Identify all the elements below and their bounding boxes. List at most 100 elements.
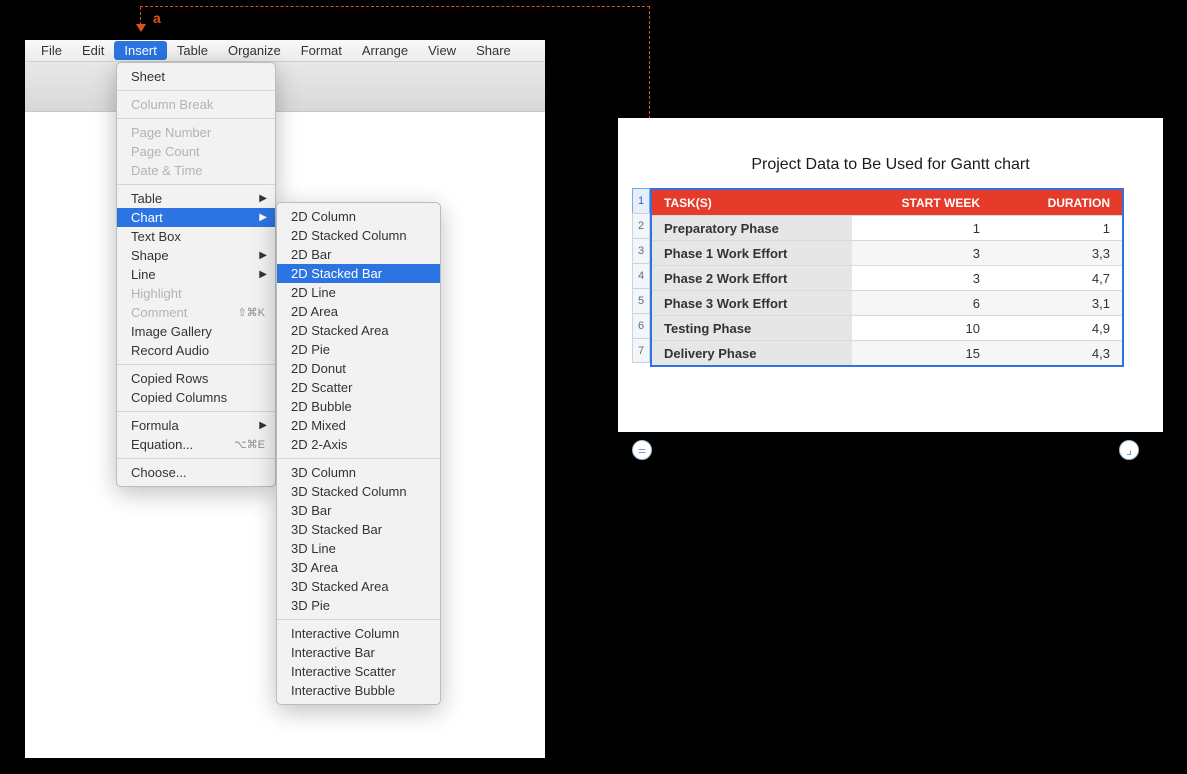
menubar-item-edit[interactable]: Edit — [72, 41, 114, 60]
chart-submenu-item-interactive-column[interactable]: Interactive Column — [277, 624, 440, 643]
table-row[interactable]: Phase 1 Work Effort33,3 — [652, 240, 1122, 265]
chart-submenu-item-3d-line[interactable]: 3D Line — [277, 539, 440, 558]
submenu-arrow-icon: ▶ — [259, 193, 267, 204]
insert-menu-item-table[interactable]: Table▶ — [117, 189, 275, 208]
chart-submenu-item-interactive-bubble[interactable]: Interactive Bubble — [277, 681, 440, 700]
table-cell[interactable]: 3,1 — [992, 290, 1122, 315]
table-header-cell[interactable]: START WEEK — [852, 190, 992, 215]
row-number[interactable]: 3 — [632, 238, 650, 263]
chart-submenu-item-2d-bar[interactable]: 2D Bar — [277, 245, 440, 264]
chart-submenu-item-interactive-scatter[interactable]: Interactive Scatter — [277, 662, 440, 681]
table-cell[interactable]: Preparatory Phase — [652, 215, 852, 240]
table-row[interactable]: Preparatory Phase11 — [652, 215, 1122, 240]
table-cell[interactable]: 3 — [852, 265, 992, 290]
chart-submenu-dropdown: 2D Column2D Stacked Column2D Bar2D Stack… — [276, 202, 441, 705]
data-table[interactable]: TASK(S)START WEEKDURATIONPreparatory Pha… — [650, 188, 1124, 367]
table-cell[interactable]: 15 — [852, 340, 992, 365]
chart-submenu-item-2d-column[interactable]: 2D Column — [277, 207, 440, 226]
menubar-item-organize[interactable]: Organize — [218, 41, 291, 60]
menubar-item-format[interactable]: Format — [291, 41, 352, 60]
chart-submenu-item-3d-column[interactable]: 3D Column — [277, 463, 440, 482]
table-header-cell[interactable]: TASK(S) — [652, 190, 852, 215]
insert-menu-item-page-count: Page Count — [117, 142, 275, 161]
chart-submenu-item-2d-stacked-column[interactable]: 2D Stacked Column — [277, 226, 440, 245]
chart-submenu-item-2d-donut[interactable]: 2D Donut — [277, 359, 440, 378]
table-header-row: TASK(S)START WEEKDURATION — [652, 190, 1122, 215]
annotation-a: a — [139, 10, 161, 26]
table-cell[interactable]: 1 — [852, 215, 992, 240]
table-row[interactable]: Phase 3 Work Effort63,1 — [652, 290, 1122, 315]
table-cell[interactable]: 4,7 — [992, 265, 1122, 290]
annotation-connector-top — [140, 6, 650, 7]
insert-menu-item-copied-rows[interactable]: Copied Rows — [117, 369, 275, 388]
menubar-item-share[interactable]: Share — [466, 41, 521, 60]
row-number[interactable]: 2 — [632, 213, 650, 238]
insert-menu-item-equation-[interactable]: Equation...⌥⌘E — [117, 435, 275, 454]
table-cell[interactable]: Testing Phase — [652, 315, 852, 340]
chart-submenu-item-2d-scatter[interactable]: 2D Scatter — [277, 378, 440, 397]
insert-menu-item-sheet[interactable]: Sheet — [117, 67, 275, 86]
submenu-arrow-icon: ▶ — [259, 420, 267, 431]
table-row[interactable]: Phase 2 Work Effort34,7 — [652, 265, 1122, 290]
insert-menu-item-date-time: Date & Time — [117, 161, 275, 180]
insert-menu-item-chart[interactable]: Chart▶ — [117, 208, 275, 227]
table-cell[interactable]: Phase 1 Work Effort — [652, 240, 852, 265]
chart-submenu-item-2d-stacked-bar[interactable]: 2D Stacked Bar — [277, 264, 440, 283]
chart-submenu-item-2d-line[interactable]: 2D Line — [277, 283, 440, 302]
menubar-item-arrange[interactable]: Arrange — [352, 41, 418, 60]
table-cell[interactable]: 3 — [852, 240, 992, 265]
insert-menu-item-comment: Comment⇧⌘K — [117, 303, 275, 322]
chart-submenu-item-3d-stacked-area[interactable]: 3D Stacked Area — [277, 577, 440, 596]
chart-submenu-item-2d-bubble[interactable]: 2D Bubble — [277, 397, 440, 416]
table-cell[interactable]: Phase 2 Work Effort — [652, 265, 852, 290]
shortcut-label: ⇧⌘K — [237, 306, 265, 319]
menubar-item-insert[interactable]: Insert — [114, 41, 167, 60]
chart-submenu-item-3d-stacked-column[interactable]: 3D Stacked Column — [277, 482, 440, 501]
insert-menu-dropdown: SheetColumn BreakPage NumberPage CountDa… — [116, 62, 276, 487]
row-number[interactable]: 4 — [632, 263, 650, 288]
chart-submenu-item-3d-bar[interactable]: 3D Bar — [277, 501, 440, 520]
insert-menu-item-text-box[interactable]: Text Box — [117, 227, 275, 246]
insert-menu-item-choose-[interactable]: Choose... — [117, 463, 275, 482]
table-cell[interactable]: 1 — [992, 215, 1122, 240]
table-cell[interactable]: Delivery Phase — [652, 340, 852, 365]
submenu-arrow-icon: ▶ — [259, 269, 267, 280]
chart-submenu-item-3d-stacked-bar[interactable]: 3D Stacked Bar — [277, 520, 440, 539]
formula-button[interactable]: = — [632, 440, 652, 460]
menubar-item-table[interactable]: Table — [167, 41, 218, 60]
insert-menu-item-image-gallery[interactable]: Image Gallery — [117, 322, 275, 341]
chart-submenu-item-2d-stacked-area[interactable]: 2D Stacked Area — [277, 321, 440, 340]
row-number[interactable]: 1 — [632, 188, 650, 213]
chart-submenu-item-2d-2-axis[interactable]: 2D 2-Axis — [277, 435, 440, 454]
table-cell[interactable]: 10 — [852, 315, 992, 340]
table-row[interactable]: Delivery Phase154,3 — [652, 340, 1122, 365]
app-window-right: Project Data to Be Used for Gantt chart … — [618, 118, 1163, 432]
table-cell[interactable]: 4,9 — [992, 315, 1122, 340]
chart-submenu-item-3d-pie[interactable]: 3D Pie — [277, 596, 440, 615]
menubar-item-file[interactable]: File — [31, 41, 72, 60]
row-number[interactable]: 7 — [632, 338, 650, 363]
chart-submenu-item-3d-area[interactable]: 3D Area — [277, 558, 440, 577]
row-number-gutter: 1234567 — [632, 188, 650, 363]
insert-menu-item-record-audio[interactable]: Record Audio — [117, 341, 275, 360]
table-row[interactable]: Testing Phase104,9 — [652, 315, 1122, 340]
row-number[interactable]: 6 — [632, 313, 650, 338]
submenu-arrow-icon: ▶ — [259, 212, 267, 223]
table-cell[interactable]: 3,3 — [992, 240, 1122, 265]
chart-submenu-item-2d-mixed[interactable]: 2D Mixed — [277, 416, 440, 435]
table-header-cell[interactable]: DURATION — [992, 190, 1122, 215]
row-number[interactable]: 5 — [632, 288, 650, 313]
table-cell[interactable]: 4,3 — [992, 340, 1122, 365]
insert-menu-item-shape[interactable]: Shape▶ — [117, 246, 275, 265]
table-cell[interactable]: Phase 3 Work Effort — [652, 290, 852, 315]
chart-submenu-item-interactive-bar[interactable]: Interactive Bar — [277, 643, 440, 662]
insert-menu-item-copied-columns[interactable]: Copied Columns — [117, 388, 275, 407]
insert-menu-item-formula[interactable]: Formula▶ — [117, 416, 275, 435]
shortcut-label: ⌥⌘E — [234, 438, 265, 451]
menubar-item-view[interactable]: View — [418, 41, 466, 60]
table-resize-button[interactable]: ⌟ — [1119, 440, 1139, 460]
chart-submenu-item-2d-area[interactable]: 2D Area — [277, 302, 440, 321]
insert-menu-item-line[interactable]: Line▶ — [117, 265, 275, 284]
chart-submenu-item-2d-pie[interactable]: 2D Pie — [277, 340, 440, 359]
table-cell[interactable]: 6 — [852, 290, 992, 315]
